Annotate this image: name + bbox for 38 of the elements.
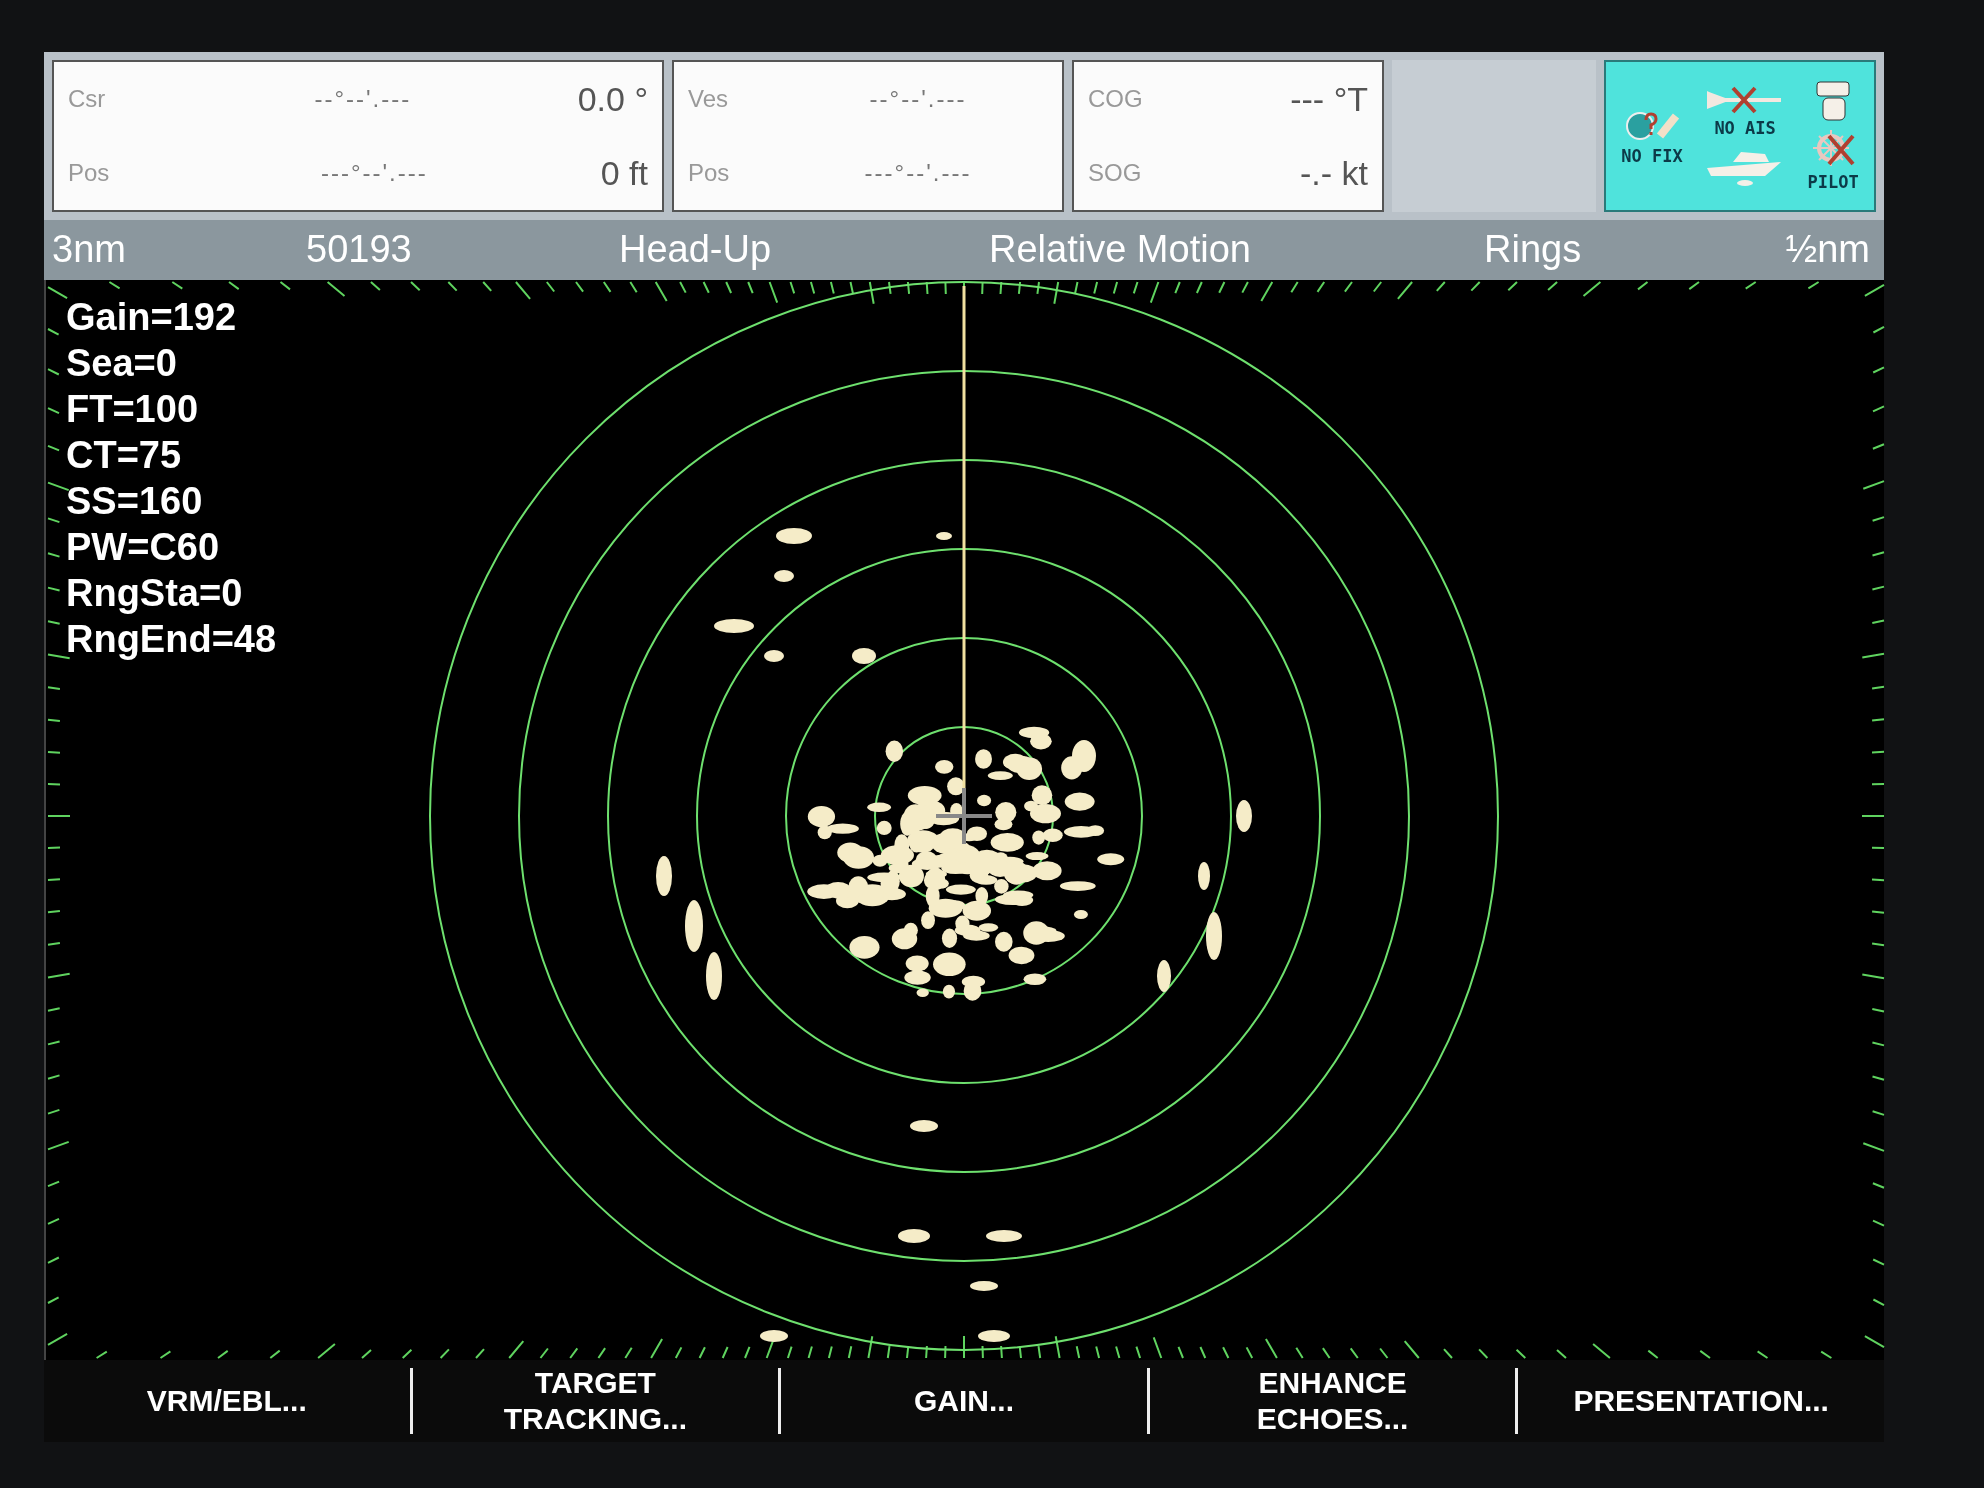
status-label: NO FIX [1621, 146, 1683, 166]
field-label: SOG [1088, 159, 1143, 187]
crossed-helm-icon [1811, 128, 1856, 168]
field-label: Pos [688, 159, 731, 187]
field-value: --°--'.--- [313, 85, 413, 113]
softkey-button[interactable]: PRESENTATION... [1518, 1363, 1884, 1439]
radar-setting: RngEnd=48 [66, 617, 277, 662]
radar-setting: CT=75 [66, 433, 183, 478]
radar-setting: FT=100 [66, 387, 200, 432]
status-text: ½nm [1785, 228, 1870, 271]
radar-setting: RngSta=0 [66, 571, 244, 616]
field-value: --°--'.--- [868, 85, 968, 113]
field-value: -.- kt [1300, 153, 1368, 193]
field-label: Csr [68, 85, 107, 113]
status-label: NO AIS [1714, 118, 1776, 138]
radar-setting: PW=C60 [66, 525, 221, 570]
softkey-button[interactable]: TARGET TRACKING... [412, 1363, 779, 1439]
status-text: Head-Up [619, 228, 772, 271]
field-value: 0 ft [600, 153, 648, 193]
radar-setting: Sea=0 [66, 341, 178, 386]
radar-setting: SS=160 [66, 479, 204, 524]
field-value: 0.0 ° [577, 79, 648, 119]
status-text: Relative Motion [989, 228, 1251, 271]
radar-setting: Gain=192 [66, 295, 238, 340]
own-ship-cross-icon [934, 786, 994, 846]
status-text: 50193 [306, 228, 412, 271]
status-text: 3nm [52, 228, 126, 271]
softkey-button[interactable]: ENHANCE ECHOES... [1149, 1363, 1516, 1439]
field-label: COG [1088, 85, 1144, 113]
softkey-button[interactable]: GAIN... [781, 1363, 1147, 1439]
softkey-button[interactable]: VRM/EBL... [44, 1363, 410, 1439]
status-label: PILOT [1807, 172, 1859, 192]
field-label: Pos [68, 159, 111, 187]
field-value: ---°--'.--- [863, 159, 973, 187]
field-value: --- °T [1290, 79, 1368, 119]
status-text: Rings [1484, 228, 1582, 271]
field-label: Ves [688, 85, 730, 113]
field-value: ---°--'.--- [319, 159, 429, 187]
